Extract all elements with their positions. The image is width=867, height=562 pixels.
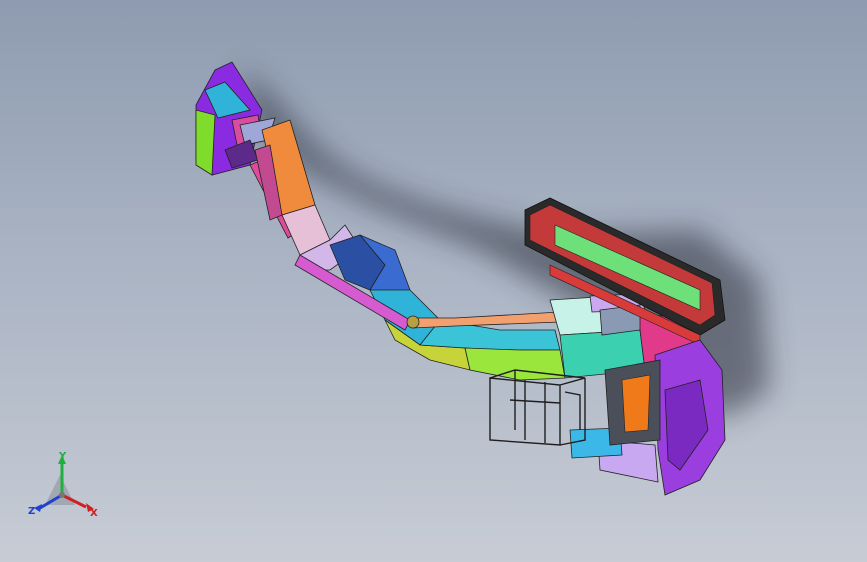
excavator-model[interactable] (195, 61, 726, 496)
coordinate-triad: Y X Z (28, 451, 98, 519)
cad-model-svg[interactable]: Y X Z (0, 0, 867, 562)
triad-x-label: X (90, 508, 98, 519)
engine-bay[interactable] (604, 359, 661, 446)
triad-y-label: Y (58, 451, 67, 462)
graphics-viewport[interactable]: Y X Z (0, 0, 867, 562)
triad-origin (59, 492, 65, 498)
triad-z-label: Z (28, 506, 35, 517)
